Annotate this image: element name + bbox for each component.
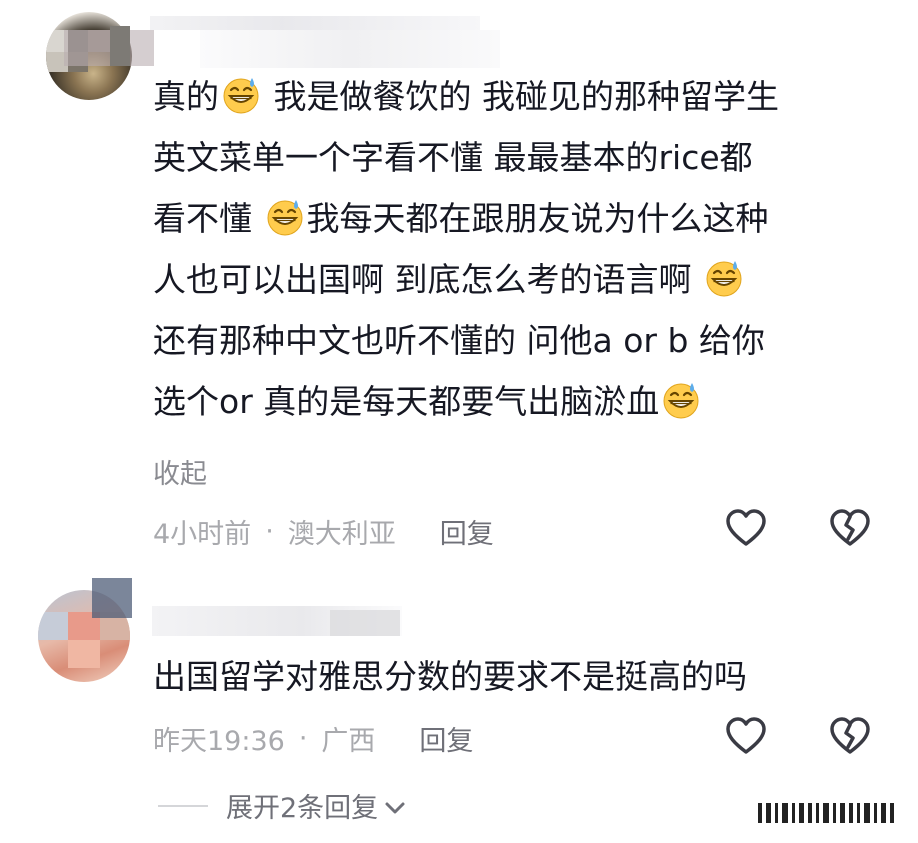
comment-location: 广西 [321, 726, 376, 757]
comment-meta: 4小时前 · 澳大利亚 回复 [153, 512, 494, 551]
username-mosaic [64, 30, 154, 66]
comment-text-segment: 我每天都在跟朋友说为什么这种 [306, 199, 769, 238]
comment-text-segment: 英文菜单一个字看不懂 最最基本的rice都 [153, 138, 753, 177]
comment-line: 英文菜单一个字看不懂 最最基本的rice都 [153, 127, 893, 188]
collapse-button[interactable]: 收起 [153, 452, 207, 491]
comment-text-segment: 人也可以出国啊 到底怎么考的语言啊 [153, 260, 702, 299]
separator-dot: · [298, 723, 308, 754]
username-mosaic [92, 578, 132, 618]
heart-outline-icon[interactable] [724, 506, 768, 550]
comment-line: 看不懂 我每天都在跟朋友说为什么这种 [153, 188, 893, 249]
comment-text: 真的 我是做餐饮的 我碰见的那种留学生英文菜单一个字看不懂 最最基本的rice都… [153, 66, 893, 432]
broken-heart-icon[interactable] [828, 506, 872, 550]
username-mosaic [150, 16, 480, 30]
comment-line: 真的 我是做餐饮的 我碰见的那种留学生 [153, 66, 893, 127]
comment-text-segment: 看不懂 [153, 199, 263, 238]
separator-dot: · [265, 516, 274, 547]
comment-line: 选个or 真的是每天都要气出脑淤血 [153, 371, 893, 432]
comment-meta: 昨天19:36 · 广西 回复 [153, 719, 473, 758]
comment-text-segment: 真的 [153, 77, 219, 116]
username-mosaic [110, 26, 130, 66]
comment-location: 澳大利亚 [287, 519, 396, 550]
username-mosaic [330, 610, 400, 636]
username-mosaic [200, 30, 500, 68]
broken-heart-icon[interactable] [828, 714, 872, 758]
chevron-down-icon [384, 795, 406, 817]
watermark-pattern [758, 799, 900, 829]
expand-replies-button[interactable]: 展开2条回复 [158, 786, 406, 825]
comment-line: 还有那种中文也听不懂的 问他a or b 给你 [153, 310, 893, 371]
reply-button[interactable]: 回复 [419, 719, 473, 758]
expand-replies-label: 展开2条回复 [226, 793, 379, 824]
comment-line: 人也可以出国啊 到底怎么考的语言啊 [153, 249, 893, 310]
grinning-sweat-emoji-icon [221, 73, 261, 114]
comment-text-segment: 我是做餐饮的 我碰见的那种留学生 [263, 77, 779, 116]
grinning-sweat-emoji-icon [661, 378, 701, 419]
grinning-sweat-emoji-icon [265, 195, 305, 236]
comment-text-segment: 还有那种中文也听不懂的 问他a or b 给你 [153, 321, 765, 360]
heart-outline-icon[interactable] [724, 714, 768, 758]
comment-text-segment: 选个or 真的是每天都要气出脑淤血 [153, 382, 660, 421]
grinning-sweat-emoji-icon [704, 256, 744, 297]
reply-button[interactable]: 回复 [440, 512, 494, 551]
comment-time: 昨天19:36 [153, 726, 285, 757]
comment-text: 出国留学对雅思分数的要求不是挺高的吗 [153, 657, 747, 696]
divider-line [158, 804, 208, 807]
comment-time: 4小时前 [153, 519, 252, 550]
